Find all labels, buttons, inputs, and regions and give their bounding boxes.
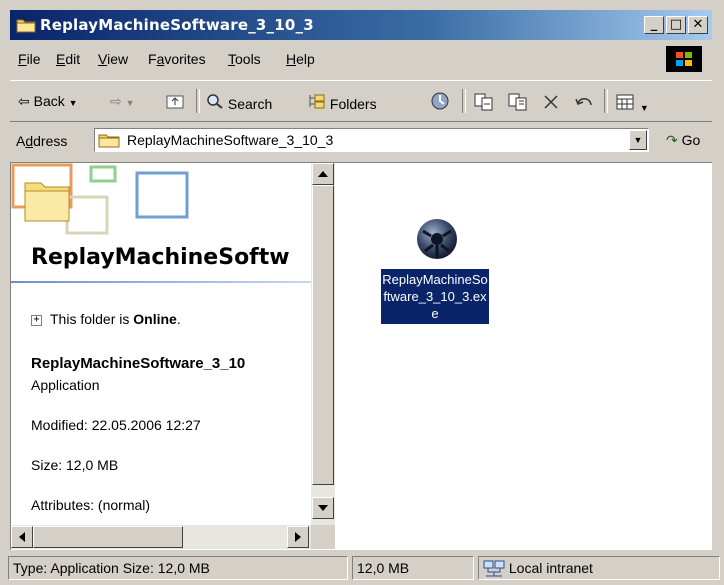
vertical-scroll-thumb[interactable] — [312, 185, 334, 485]
history-button[interactable] — [430, 91, 450, 114]
menu-file[interactable]: File — [18, 51, 41, 67]
delete-icon — [544, 95, 558, 109]
delete-button[interactable] — [542, 93, 560, 114]
minimize-button[interactable]: _ — [644, 16, 664, 34]
folder-icon — [16, 17, 36, 36]
chevron-down-icon: ▼ — [639, 103, 649, 113]
scroll-left-button[interactable] — [11, 526, 33, 548]
file-size: Size: 12,0 MB — [31, 457, 119, 473]
modified-date: Modified: 22.05.2006 12:27 — [31, 417, 201, 433]
back-arrow-icon: ⇦ — [18, 93, 30, 109]
status-type-size: Type: Application Size: 12,0 MB — [8, 556, 348, 580]
menu-tools[interactable]: Tools — [228, 51, 261, 67]
local-intranet-icon — [483, 560, 505, 577]
forward-button[interactable]: ⇨ ▼ — [110, 93, 135, 110]
undo-icon — [575, 98, 592, 106]
application-sphere-icon — [417, 219, 457, 259]
scroll-up-button[interactable] — [312, 163, 334, 185]
windows-logo-icon — [666, 46, 702, 72]
horizontal-scroll-thumb[interactable] — [33, 526, 183, 548]
undo-button[interactable] — [574, 93, 594, 114]
folder-icon — [98, 132, 120, 151]
details-vertical-scrollbar[interactable] — [311, 163, 335, 525]
menu-favorites[interactable]: Favorites — [148, 51, 206, 67]
chevron-down-icon: ▼ — [125, 98, 135, 108]
address-label: Address — [16, 133, 68, 149]
menu-help[interactable]: Help — [286, 51, 315, 67]
selected-file-type: Application — [31, 377, 100, 393]
details-title: ReplayMachineSoftw — [31, 245, 290, 270]
chevron-down-icon: ▼ — [68, 98, 78, 108]
toolbar-separator — [604, 89, 608, 113]
views-button[interactable]: ▼ — [616, 93, 649, 114]
content-area: ReplayMachineSoftw + This folder is Onlin… — [10, 162, 712, 550]
folder-banner-icon — [11, 163, 189, 235]
up-folder-button[interactable] — [166, 93, 184, 112]
scroll-down-button[interactable] — [312, 497, 334, 519]
arrow-down-icon — [318, 505, 328, 511]
status-size: 12,0 MB — [352, 556, 474, 580]
status-bar: Type: Application Size: 12,0 MB 12,0 MB … — [8, 556, 724, 582]
address-input[interactable]: ReplayMachineSoftware_3_10_3 ▼ — [94, 128, 649, 152]
back-button[interactable]: ⇦ Back ▼ — [18, 93, 78, 110]
scrollbar-corner — [311, 525, 335, 549]
history-icon — [431, 92, 449, 110]
address-dropdown-button[interactable]: ▼ — [629, 130, 647, 150]
file-name-label: ReplayMachineSoftware_3_10_3.exe — [381, 269, 489, 324]
expand-icon[interactable]: + — [31, 314, 42, 326]
toolbar-separator — [462, 89, 466, 113]
title-bar[interactable]: ReplayMachineSoftware_3_10_3 _ □ ✕ — [10, 10, 712, 40]
menu-view[interactable]: View — [98, 51, 128, 67]
go-button[interactable]: ↷ Go — [666, 132, 700, 149]
online-status-row: + This folder is Online. — [31, 311, 181, 327]
arrow-up-icon — [318, 171, 328, 177]
up-folder-icon — [166, 95, 184, 109]
file-list[interactable]: ReplayMachineSoftware_3_10_3.exe — [335, 163, 711, 549]
maximize-button[interactable]: □ — [666, 16, 686, 34]
forward-arrow-icon: ⇨ — [110, 93, 122, 109]
menu-bar: File Edit View Favorites Tools Help — [10, 44, 712, 74]
move-to-button[interactable] — [474, 93, 494, 114]
standard-toolbar: ⇦ Back ▼ ⇨ ▼ Search Folders ▼ — [10, 80, 712, 122]
file-attributes: Attributes: (normal) — [31, 497, 151, 513]
move-to-icon — [474, 93, 493, 111]
arrow-right-icon — [295, 532, 301, 542]
folders-button[interactable]: Folders — [308, 93, 377, 112]
details-pane: ReplayMachineSoftw + This folder is Onlin… — [11, 163, 311, 549]
toolbar-separator — [196, 89, 200, 113]
window-title: ReplayMachineSoftware_3_10_3 — [40, 16, 314, 34]
details-horizontal-scrollbar[interactable] — [11, 525, 311, 549]
close-button[interactable]: ✕ — [688, 16, 708, 34]
views-icon — [616, 94, 634, 110]
address-value: ReplayMachineSoftware_3_10_3 — [127, 132, 334, 148]
copy-to-icon — [508, 93, 527, 111]
folders-icon — [309, 94, 325, 109]
selected-file-name: ReplayMachineSoftware_3_10 — [31, 355, 246, 372]
divider — [11, 281, 311, 283]
arrow-left-icon — [19, 532, 25, 542]
address-bar: Address ReplayMachineSoftware_3_10_3 ▼ ↷… — [10, 124, 712, 158]
explorer-window: ReplayMachineSoftware_3_10_3 _ □ ✕ File … — [0, 0, 724, 585]
go-arrow-icon: ↷ — [666, 132, 678, 148]
menu-edit[interactable]: Edit — [56, 51, 80, 67]
search-icon — [207, 94, 223, 109]
copy-to-button[interactable] — [508, 93, 528, 114]
search-button[interactable]: Search — [206, 93, 272, 112]
scroll-right-button[interactable] — [287, 526, 309, 548]
status-zone: Local intranet — [478, 556, 720, 580]
